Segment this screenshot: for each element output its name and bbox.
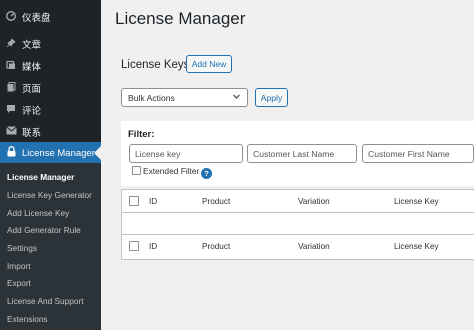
filter-panel: Filter: Extended Filter ? [121, 121, 474, 186]
page-title: License Manager [115, 9, 246, 28]
column-footer-id[interactable]: ID [149, 242, 157, 251]
column-header-license-key[interactable]: License Key [394, 197, 439, 206]
section-heading: License Keys [121, 59, 190, 71]
menu-item-label: 页面 [22, 84, 42, 95]
column-footer-license-key[interactable]: License Key [394, 242, 439, 251]
menu-item-label: 仪表盘 [22, 13, 51, 24]
menu-item-label: 评论 [22, 106, 42, 117]
menu-item-pages[interactable]: 页面 [0, 77, 101, 99]
submenu-license-and-support[interactable]: License And Support [7, 296, 84, 306]
table-footer: ID Product Variation License Key [122, 235, 474, 257]
submenu-add-generator-rule[interactable]: Add Generator Rule [7, 225, 81, 235]
menu-item-media[interactable]: 媒体 [0, 55, 101, 77]
license-keys-table: ID Product Variation License Key ID Prod… [121, 189, 474, 260]
submenu-import[interactable]: Import [7, 261, 31, 271]
help-icon[interactable]: ? [201, 168, 212, 179]
menu-item-label: 联系 [22, 128, 42, 139]
column-header-variation[interactable]: Variation [298, 197, 330, 206]
pin-icon [0, 37, 22, 51]
submenu-add-license-key[interactable]: Add License Key [7, 208, 69, 218]
menu-item-license-manager[interactable]: License Manager [0, 142, 101, 164]
select-all-checkbox-footer[interactable] [129, 241, 139, 251]
customer-last-name-input[interactable] [247, 144, 357, 163]
submenu-settings[interactable]: Settings [7, 243, 37, 253]
table-header: ID Product Variation License Key [122, 190, 474, 212]
column-header-id[interactable]: ID [149, 197, 157, 206]
license-key-input[interactable] [129, 144, 243, 163]
column-header-product[interactable]: Product [202, 197, 230, 206]
menu-item-label: License Manager [22, 147, 95, 159]
column-footer-variation[interactable]: Variation [298, 242, 330, 251]
admin-sidebar: 仪表盘 文章 媒体 页面 评论 联系 License Manager Licen… [0, 0, 101, 330]
page-icon [0, 81, 22, 95]
apply-button[interactable]: Apply [255, 88, 288, 107]
add-new-button[interactable]: Add New [186, 55, 232, 73]
menu-item-posts[interactable]: 文章 [0, 33, 101, 55]
dashboard-icon [0, 10, 22, 24]
submenu-license-key-generator[interactable]: License Key Generator [7, 190, 92, 200]
filter-label: Filter: [128, 129, 155, 140]
submenu-export[interactable]: Export [7, 278, 31, 288]
select-all-checkbox[interactable] [129, 196, 139, 206]
bulk-actions-value: Bulk Actions [128, 92, 175, 103]
menu-item-contact[interactable]: 联系 [0, 121, 101, 143]
customer-first-name-input[interactable] [362, 144, 474, 163]
submenu-license-manager[interactable]: License Manager [7, 172, 74, 182]
table-divider [122, 212, 474, 213]
mail-icon [0, 126, 22, 138]
column-footer-product[interactable]: Product [202, 242, 230, 251]
extended-filter-checkbox[interactable] [132, 166, 141, 175]
menu-item-label: 文章 [22, 40, 42, 51]
license-manager-submenu: License Manager License Key Generator Ad… [0, 163, 101, 330]
chevron-down-icon [232, 92, 241, 103]
menu-item-label: 媒体 [22, 62, 42, 73]
lock-icon [0, 146, 22, 160]
menu-item-dashboard[interactable]: 仪表盘 [0, 6, 101, 28]
media-icon [0, 60, 22, 73]
bulk-actions-select[interactable]: Bulk Actions [121, 88, 248, 107]
menu-item-comments[interactable]: 评论 [0, 99, 101, 121]
submenu-extensions[interactable]: Extensions [7, 314, 48, 324]
extended-filter-label: Extended Filter [143, 166, 200, 176]
comment-icon [0, 104, 22, 117]
